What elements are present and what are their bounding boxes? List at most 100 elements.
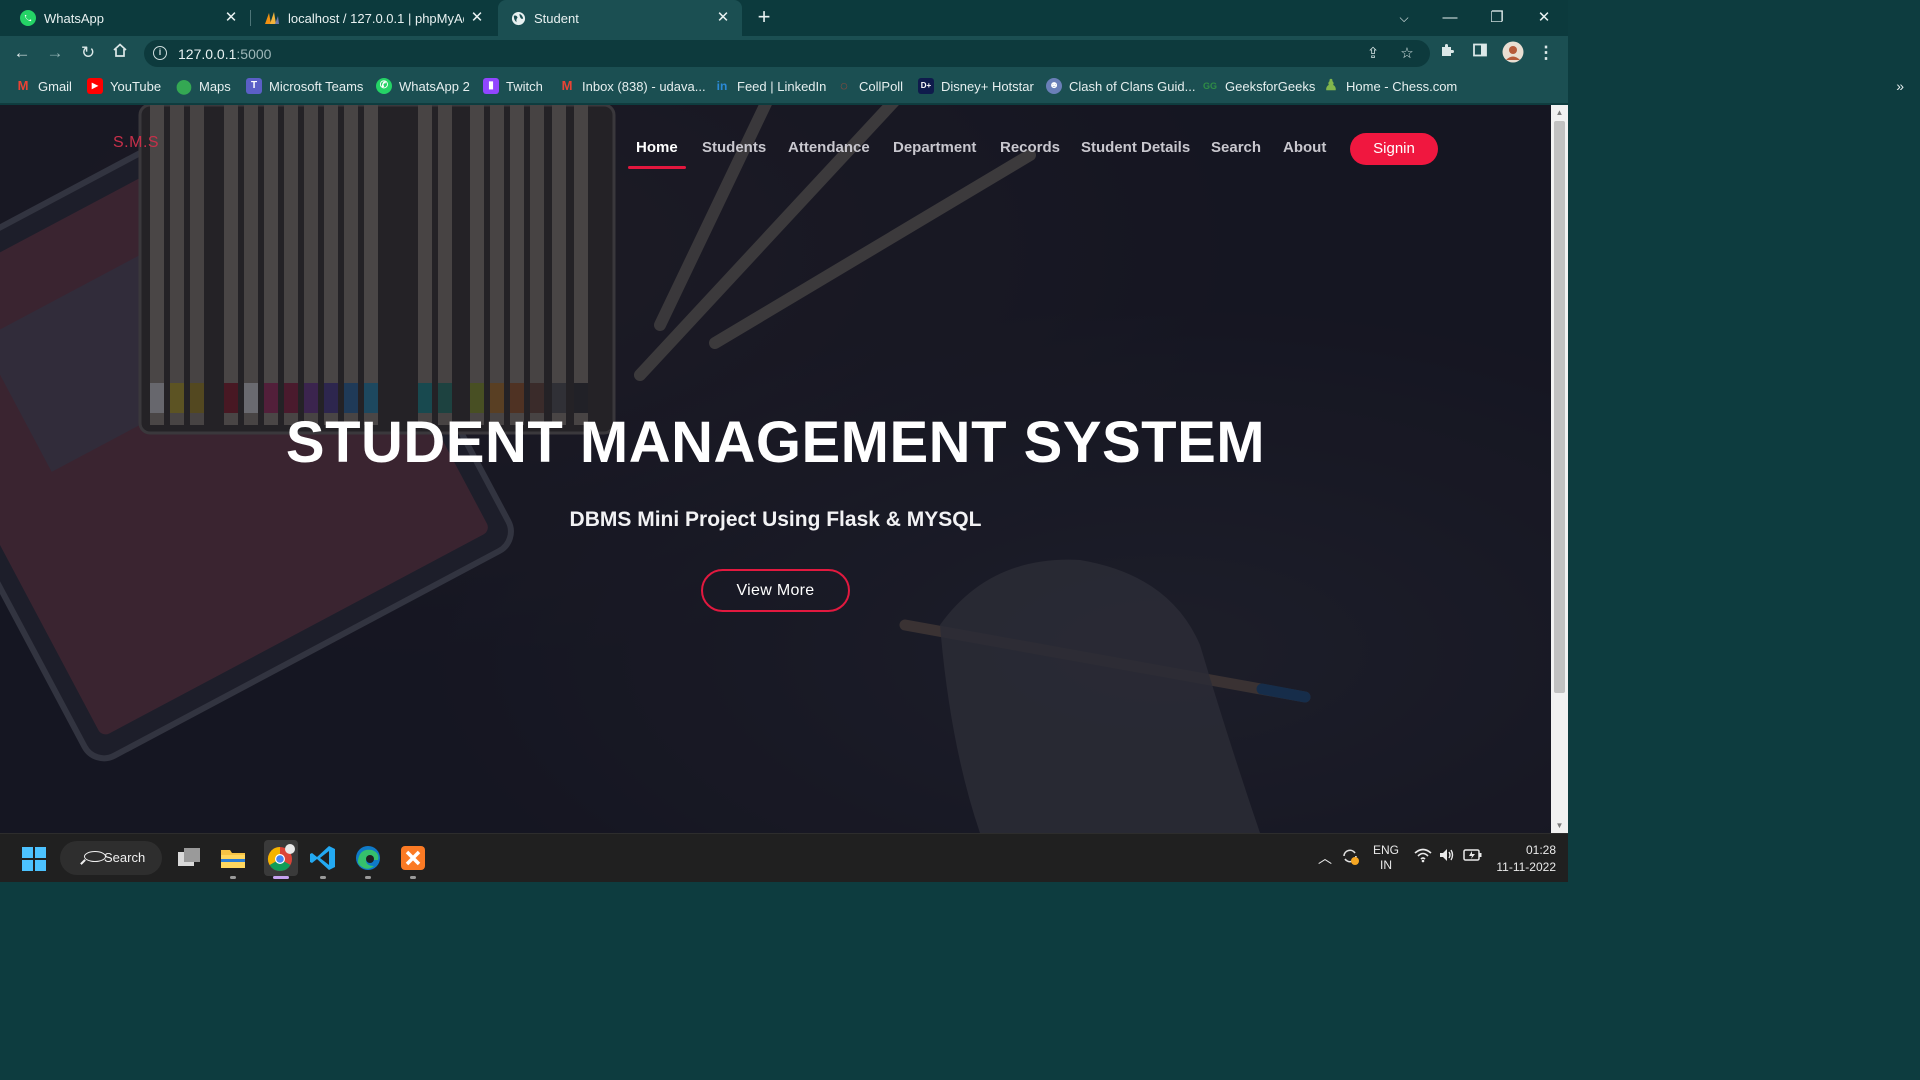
tab-divider [250,10,251,26]
bookmark-hotstar[interactable]: D+ Disney+ Hotstar [918,78,1034,94]
tab-title: Student [534,10,579,26]
sync-status-icon[interactable] [1340,846,1360,869]
file-explorer-icon[interactable] [219,844,247,872]
bookmark-gmail[interactable]: M Gmail [15,78,72,94]
view-more-button[interactable]: View More [701,569,850,612]
bookmark-maps[interactable]: ⬤ Maps [176,78,231,94]
nav-search[interactable]: Search [1211,139,1261,156]
show-hidden-icons-chevron[interactable]: ︿ [1318,848,1332,868]
nav-attendance[interactable]: Attendance [788,139,870,156]
close-window-icon[interactable]: ✕ [1532,6,1556,30]
scroll-down-arrow-icon[interactable]: ▼ [1555,821,1564,830]
site-logo[interactable]: S.M.S [113,134,159,152]
tab-search-chevron-icon[interactable]: ⌵ [1392,6,1416,30]
bookmark-chess[interactable]: ♟ Home - Chess.com [1323,78,1457,94]
tab-whatsapp[interactable]: WhatsApp ✕ [0,0,250,36]
hero-subtitle: DBMS Mini Project Using Flask & MYSQL [569,508,982,531]
reload-icon[interactable]: ↻ [76,41,100,65]
chrome-icon[interactable] [264,840,298,876]
task-view-icon[interactable] [175,844,203,872]
browser-menu-kebab-icon[interactable]: ⋮ [1534,41,1558,65]
nav-students[interactable]: Students [702,139,766,156]
bookmark-geeksforgeeks[interactable]: GG GeeksforGeeks [1202,78,1315,94]
windows-start-icon[interactable] [21,846,47,872]
nav-about[interactable]: About [1283,139,1326,156]
close-tab-icon[interactable]: ✕ [222,9,240,27]
chess-pawn-icon: ♟ [1324,77,1338,94]
app-running-indicator [410,876,416,879]
hotstar-icon: D+ [918,78,934,94]
vscode-icon[interactable] [309,844,337,872]
address-bar[interactable]: i 127.0.0.1:5000 ⇪ ☆ [144,40,1430,67]
volume-icon[interactable] [1438,847,1456,866]
nav-department[interactable]: Department [893,139,976,156]
linkedin-icon: in [716,79,728,93]
bookmark-twitch[interactable]: ▮ Twitch [483,78,543,94]
site-info-icon[interactable]: i [153,46,167,60]
bookmarks-bar: M Gmail ▶ YouTube ⬤ Maps T Microsoft Teams ✆… [0,70,1568,104]
maps-icon: ⬤ [176,78,192,94]
bookmark-youtube[interactable]: ▶ YouTube [87,78,161,94]
profile-avatar[interactable] [1501,41,1525,65]
gmail-icon: M [17,78,29,93]
hero-title: STUDENT MANAGEMENT SYSTEM [285,410,1266,475]
app-running-indicator [320,876,326,879]
more-bookmarks-chevron-icon[interactable]: » [1896,78,1904,94]
restore-icon[interactable]: ❐ [1485,6,1509,30]
taskbar-clock[interactable]: 01:28 11-11-2022 [1494,842,1556,876]
gmail-icon: M [561,78,573,93]
edge-icon[interactable] [354,844,382,872]
wifi-icon[interactable] [1414,847,1432,866]
tab-student[interactable]: Student ✕ [498,0,742,36]
page-viewport: S.M.S Home Students Attendance Departmen… [0,105,1551,833]
youtube-icon: ▶ [87,78,103,94]
nav-student-details[interactable]: Student Details [1081,139,1190,156]
phpmyadmin-icon [264,10,280,26]
side-panel-icon[interactable] [1468,41,1492,65]
bookmark-clash-of-clans[interactable]: ☻ Clash of Clans Guid... [1046,78,1195,94]
teams-icon: T [246,78,262,94]
geeksforgeeks-icon: GG [1202,81,1217,91]
taskbar-search-box[interactable]: Search [60,841,162,875]
nav-home[interactable]: Home [628,139,686,169]
extensions-puzzle-icon[interactable] [1435,41,1459,65]
windows-taskbar: Search ︿ ENG IN 01:28 11-11-2022 [0,833,1568,882]
nav-records[interactable]: Records [1000,139,1060,156]
minimize-icon[interactable]: — [1438,6,1462,30]
scrollbar-thumb[interactable] [1554,121,1565,693]
twitch-icon: ▮ [483,78,499,94]
bookmark-teams[interactable]: T Microsoft Teams [246,78,363,94]
tab-title: localhost / 127.0.0.1 | phpMyAdmin [288,10,464,26]
language-indicator[interactable]: ENG IN [1372,843,1400,873]
app-running-indicator [365,876,371,879]
bookmark-star-icon[interactable]: ☆ [1396,43,1418,65]
app-running-indicator [230,876,236,879]
bookmark-collpoll[interactable]: ◌ CollPoll [836,78,903,94]
whatsapp-icon: ✆ [376,78,392,94]
new-tab-plus-icon[interactable]: + [752,6,776,30]
home-icon[interactable] [108,41,132,65]
forward-arrow-icon[interactable]: → [43,41,67,65]
scroll-up-arrow-icon[interactable]: ▲ [1555,108,1564,117]
globe-icon [510,10,526,26]
tab-title: WhatsApp [44,10,104,26]
app-active-indicator [273,876,289,879]
share-icon[interactable]: ⇪ [1362,43,1384,65]
battery-charging-icon[interactable] [1463,847,1483,866]
collpoll-icon: ◌ [840,78,848,93]
search-icon [84,851,106,862]
bookmark-inbox[interactable]: M Inbox (838) - udava... [559,78,706,94]
xampp-icon[interactable] [399,844,427,872]
close-tab-icon[interactable]: ✕ [714,9,732,27]
whatsapp-icon [20,10,36,26]
signin-button[interactable]: Signin [1350,133,1438,165]
page-scrollbar[interactable]: ▲ ▼ [1551,105,1568,833]
back-arrow-icon[interactable]: ← [10,41,34,65]
browser-toolbar: ← → ↻ i 127.0.0.1:5000 ⇪ ☆ ⋮ [0,36,1568,70]
browser-tab-strip: WhatsApp ✕ localhost / 127.0.0.1 | phpMy… [0,0,1568,36]
bookmark-linkedin[interactable]: in Feed | LinkedIn [714,78,827,94]
tab-phpmyadmin[interactable]: localhost / 127.0.0.1 | phpMyAdmin ✕ [252,0,496,36]
url-text: 127.0.0.1:5000 [178,46,272,62]
bookmark-whatsapp-2[interactable]: ✆ WhatsApp 2 [376,78,470,94]
close-tab-icon[interactable]: ✕ [468,9,486,27]
